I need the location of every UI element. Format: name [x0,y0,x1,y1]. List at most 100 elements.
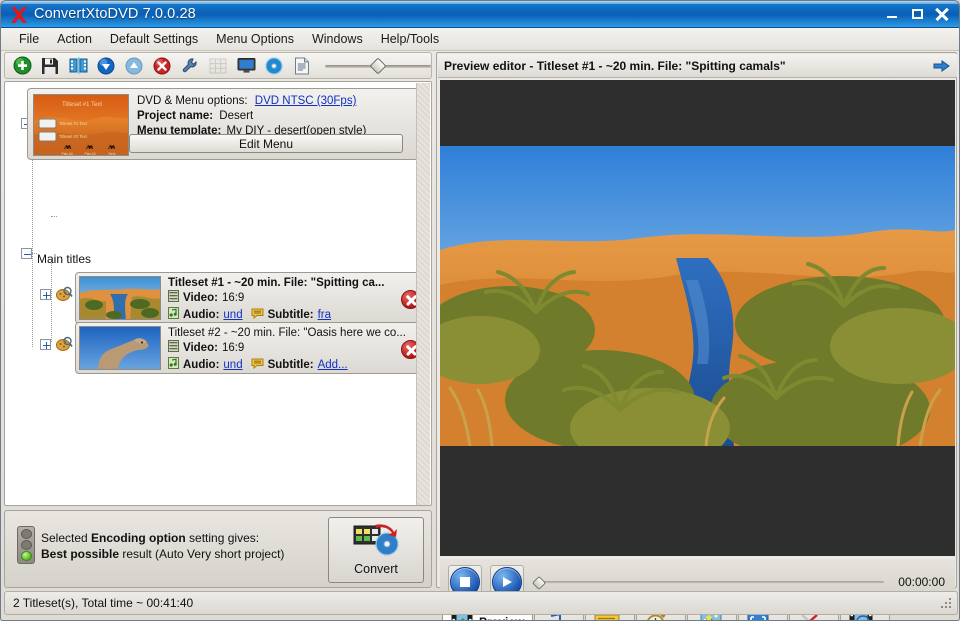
wrench-icon[interactable] [179,55,201,77]
menu-item-action[interactable]: Action [48,29,101,49]
tree-connector [51,216,57,217]
menu-item-file[interactable]: File [10,29,48,49]
titleset-2-node-icon [55,335,73,353]
menu-bar: File Action Default Settings Menu Option… [1,28,959,51]
project-name-value: Desert [219,110,254,122]
app-logo-icon [6,1,32,28]
titleset-2-expander[interactable] [40,339,51,350]
svg-text:Titleset #1 Text: Titleset #1 Text [59,121,88,126]
titleset-1-video-line: Video: 16:9 [168,290,424,307]
convert-button[interactable]: Convert [328,517,424,583]
quality-slider[interactable] [325,57,431,74]
encoding-description: Selected Encoding option setting gives: … [41,530,284,562]
titleset-1-subtitle-value[interactable]: fra [318,308,331,323]
menu-item-default-settings[interactable]: Default Settings [101,29,207,49]
video-preview-area[interactable] [440,80,955,556]
preview-editor-panel: Preview editor - Titleset #1 - ~20 min. … [436,52,957,620]
title-bar: ConvertXtoDVD 7.0.0.28 [1,1,959,28]
titleset-2-title: Titleset #2 - ~20 min. File: "Oasis here… [168,327,406,339]
titleset-1-node-icon [55,285,73,303]
dvd-options-value-link[interactable]: DVD NTSC (30Fps) [255,95,357,107]
oasis-thumbnail[interactable] [79,276,161,320]
traffic-lamp-red [20,529,32,540]
encoding-line2-bold: Best possible [41,547,120,561]
traffic-lamp-yellow [20,539,32,550]
document-icon[interactable] [291,55,313,77]
audio-note-icon [168,357,179,374]
menu-item-help-tools[interactable]: Help/Tools [372,29,448,49]
titleset-1-title: Titleset #1 - ~20 min. File: "Spitting c… [168,277,385,289]
subtitle-bubble-icon [251,358,264,374]
playback-time: 00:00:00 [898,574,945,589]
video-icon [168,290,179,307]
titleset-1-audio-label: Audio: [183,309,220,321]
main-titles-collapse-icon[interactable] [21,248,32,259]
seek-slider[interactable] [531,575,890,590]
tree-scrollbar[interactable] [416,83,430,505]
titleset-1-video-label: Video: [183,292,218,304]
menu-item-windows[interactable]: Windows [303,29,372,49]
film-split-icon[interactable] [67,55,89,77]
titleset-2-subtitle-value[interactable]: Add... [318,358,348,373]
titleset-1-video-value: 16:9 [221,292,245,304]
encoding-line-2: Best possible result (Auto Very short pr… [41,546,284,562]
save-icon[interactable] [39,55,61,77]
oasis-video-frame [440,80,955,556]
tab-preview-label: Preview [479,615,524,621]
close-icon[interactable] [935,7,950,21]
titleset-1-expander[interactable] [40,289,51,300]
titleset-2-video-label: Video: [183,342,218,354]
titleset-2-video-value: 16:9 [221,342,245,354]
dvd-options-label: DVD & Menu options: [137,95,248,107]
project-name-label: Project name: [137,110,214,122]
arrow-up-icon[interactable] [123,55,145,77]
titleset-2-audio-value[interactable]: und [223,358,242,373]
convert-label: Convert [354,562,398,576]
maximize-icon[interactable] [910,7,925,21]
traffic-light-icon [17,526,35,564]
window-title: ConvertXtoDVD 7.0.0.28 [34,6,196,22]
preview-header-title: Preview editor - Titleset #1 - ~20 min. … [444,58,786,73]
encoding-line1-suffix: setting gives: [185,531,260,545]
convert-disc-icon [353,523,399,560]
titleset-2-body: Titleset #2 - ~20 min. File: "Oasis here… [161,326,424,371]
encoding-line1-prefix: Selected [41,531,92,545]
titleset-row-1[interactable]: Titleset #1 - ~20 min. File: "Spitting c… [75,272,428,324]
camel-thumbnail[interactable] [79,326,161,370]
remove-icon[interactable] [151,55,173,77]
edit-menu-button[interactable]: Edit Menu [129,134,403,153]
arrow-down-icon[interactable] [95,55,117,77]
svg-text:Titleset #1 Text: Titleset #1 Text [62,102,102,108]
video-icon [168,340,179,357]
titleset-2-audio-line: Audio: und Subtitle: Add... [168,357,424,374]
encoding-line1-bold: Encoding option [91,531,186,545]
seek-handle[interactable] [531,575,547,590]
dvd-menu-thumbnail[interactable]: Titleset #1 Text Titleset #1 Text Titles… [33,94,129,156]
grid-icon [207,55,229,77]
add-icon[interactable] [11,55,33,77]
seek-track [542,580,885,584]
resize-grip-icon[interactable] [939,596,953,610]
titleset-2-audio-label: Audio: [183,359,220,371]
preview-header: Preview editor - Titleset #1 - ~20 min. … [438,54,957,78]
arrow-right-icon[interactable] [931,57,951,75]
dvd-options-row: DVD & Menu options: DVD NTSC (30Fps) [137,94,413,109]
svg-text:Play All: Play All [84,152,95,156]
traffic-lamp-green [20,550,32,561]
titleset-2-subtitle-label: Subtitle: [267,359,314,371]
window-controls [885,7,959,21]
monitor-icon[interactable] [235,55,257,77]
slider-handle[interactable] [369,57,387,74]
svg-text:Titleset #2 Text: Titleset #2 Text [59,134,88,139]
menu-item-menu-options[interactable]: Menu Options [207,29,303,49]
main-titles-label: Main titles [37,252,92,266]
project-tree-panel: Titleset #1 Text Titleset #1 Text Titles… [4,81,432,506]
minimize-icon[interactable] [885,7,900,21]
titleset-1-audio-value[interactable]: und [223,308,242,323]
titleset-1-body: Titleset #1 - ~20 min. File: "Spitting c… [161,276,424,323]
titleset-row-2[interactable]: Titleset #2 - ~20 min. File: "Oasis here… [75,322,428,374]
encoding-line2-suffix: result (Auto Very short project) [119,547,285,561]
disc-icon[interactable] [263,55,285,77]
encoding-panel: Selected Encoding option setting gives: … [4,510,432,588]
svg-text:Next: Next [109,152,116,156]
